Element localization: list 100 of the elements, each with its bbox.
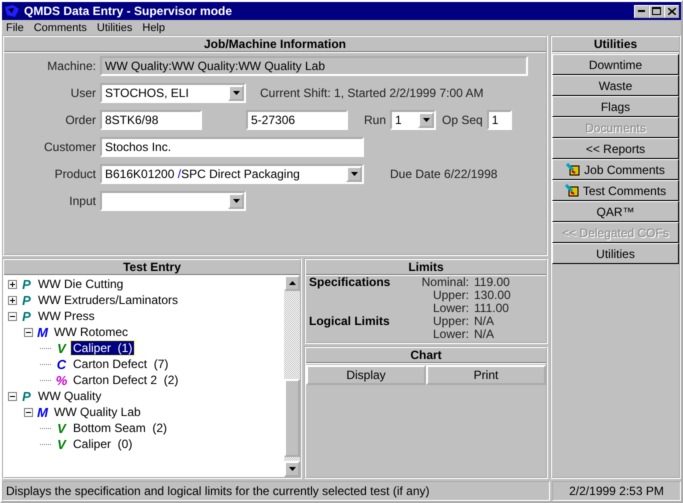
tree-item[interactable]: Bottom Seam (2) (71, 421, 170, 435)
comment-icon (566, 163, 580, 176)
node-type-icon: P (20, 292, 33, 308)
window-title: QMDS Data Entry - Supervisor mode (24, 4, 234, 18)
dropdown-button[interactable] (228, 193, 244, 209)
maximize-button[interactable] (649, 4, 664, 18)
tree-item[interactable]: WW Extruders/Laminators (36, 293, 180, 307)
field-label: Product (54, 167, 96, 181)
panel-header: Utilities (552, 37, 679, 52)
tree-item[interactable]: Caliper (1) (71, 341, 134, 355)
down-arrow-icon (422, 118, 430, 122)
comment-icon (564, 184, 579, 197)
utility-button[interactable]: Downtime (552, 54, 679, 75)
menu-item[interactable]: Utilities (96, 22, 132, 34)
tree-item[interactable]: WW Die Cutting (36, 277, 126, 291)
minimize-button[interactable] (634, 4, 649, 18)
field-label: Customer (42, 140, 96, 154)
limit-label: Upper: (432, 289, 469, 302)
run-dropdown[interactable]: 1 (390, 110, 436, 130)
dropdown-button[interactable] (346, 166, 362, 182)
shift-info: Current Shift: 1, Started 2/2/1999 7:00 AM (260, 86, 484, 100)
down-arrow-icon (232, 91, 240, 95)
limit-label: Upper: (432, 315, 469, 328)
down-arrow-icon (288, 467, 296, 471)
field-label: Order (64, 113, 96, 127)
tree-item[interactable]: WW Rotomec (52, 325, 130, 339)
order-field[interactable]: 8STK6/98 (100, 110, 202, 130)
limit-value: 119.00 (473, 276, 511, 289)
node-type-icon: V (55, 436, 68, 452)
menu-item[interactable]: File (6, 22, 24, 34)
chart-button[interactable]: Display (306, 365, 426, 385)
field-label: Run (364, 113, 386, 127)
utility-button[interactable]: Flags (552, 96, 679, 117)
tree-item[interactable]: WW Quality (36, 389, 104, 403)
collapse-icon[interactable] (24, 328, 33, 336)
order-number-field[interactable]: 5-27306 (246, 110, 348, 130)
menu-item[interactable]: Comments (34, 22, 87, 34)
utility-button[interactable]: Utilities (552, 243, 679, 264)
status-time: 2/2/1999 2:53 PM (552, 481, 681, 501)
utility-button[interactable]: Waste (552, 75, 679, 96)
due-date: Due Date 6/22/1998 (390, 167, 498, 181)
minimize-icon (638, 10, 645, 12)
dropdown-button[interactable] (228, 85, 244, 101)
utility-button[interactable]: Test Comments (552, 180, 679, 201)
input-dropdown[interactable] (100, 191, 246, 211)
node-type-icon: M (36, 324, 49, 340)
tree-item[interactable]: Carton Defect (7) (71, 357, 170, 371)
node-type-icon: % (55, 372, 68, 388)
utility-button[interactable]: Job Comments (552, 159, 679, 180)
maximize-icon (652, 7, 661, 15)
field-label: Op Seq (442, 113, 483, 127)
node-type-icon: V (55, 420, 68, 436)
machine-field: WW Quality:WW Quality:WW Quality Lab (100, 56, 528, 76)
scrollbar[interactable] (284, 275, 300, 477)
tree-item[interactable]: WW Press (36, 309, 97, 323)
status-message: Displays the specification and logical limits for the currently selected test (if any) (2, 481, 550, 501)
panel-header: Limits (306, 260, 546, 275)
limit-value: N/A (473, 315, 496, 328)
app-icon (4, 4, 20, 18)
node-type-icon: P (20, 276, 33, 292)
tree-item[interactable]: Caliper (0) (71, 437, 134, 451)
collapse-icon[interactable] (8, 312, 17, 320)
utility-button[interactable]: QAR™ (552, 201, 679, 222)
node-type-icon: P (20, 308, 33, 324)
node-type-icon: M (36, 404, 49, 420)
chart-button[interactable]: Print (426, 365, 546, 385)
customer-field[interactable]: Stochos Inc. (100, 137, 364, 157)
product-dropdown[interactable]: B616K01200 /SPC Direct Packaging (100, 164, 364, 184)
limit-label: Nominal: (420, 276, 469, 289)
limit-group: Logical Limits (309, 315, 417, 328)
up-arrow-icon (288, 281, 296, 285)
menu-item[interactable]: Help (142, 22, 165, 34)
node-type-icon: P (20, 388, 33, 404)
dropdown-button[interactable] (418, 112, 434, 128)
close-button[interactable] (664, 4, 679, 18)
limit-value: 130.00 (473, 289, 512, 302)
close-icon (668, 8, 676, 14)
limit-label: Lower: (432, 302, 469, 315)
node-type-icon: V (55, 340, 68, 356)
field-label: User (70, 86, 96, 100)
collapse-icon[interactable] (8, 392, 17, 400)
limit-value: 111.00 (473, 302, 510, 315)
expand-icon[interactable] (8, 280, 17, 288)
expand-icon[interactable] (8, 296, 17, 304)
op-seq-field[interactable]: 1 (486, 110, 512, 130)
collapse-icon[interactable] (24, 408, 33, 416)
down-arrow-icon (232, 199, 240, 203)
user-dropdown[interactable]: STOCHOS, ELI (100, 83, 246, 103)
limit-group: Specifications (309, 276, 417, 289)
limit-value: N/A (473, 328, 496, 341)
limit-label: Lower: (432, 328, 469, 341)
field-label: Machine: (46, 59, 96, 73)
down-arrow-icon (350, 172, 358, 176)
utility-button[interactable]: << Reports (552, 138, 679, 159)
panel-header: Chart (306, 348, 546, 363)
field-label: Input (68, 194, 96, 208)
tree-item[interactable]: WW Quality Lab (52, 405, 143, 419)
panel-header: Job/Machine Information (4, 37, 546, 52)
tree-item[interactable]: Carton Defect 2 (2) (71, 373, 180, 387)
node-type-icon: C (55, 356, 68, 372)
